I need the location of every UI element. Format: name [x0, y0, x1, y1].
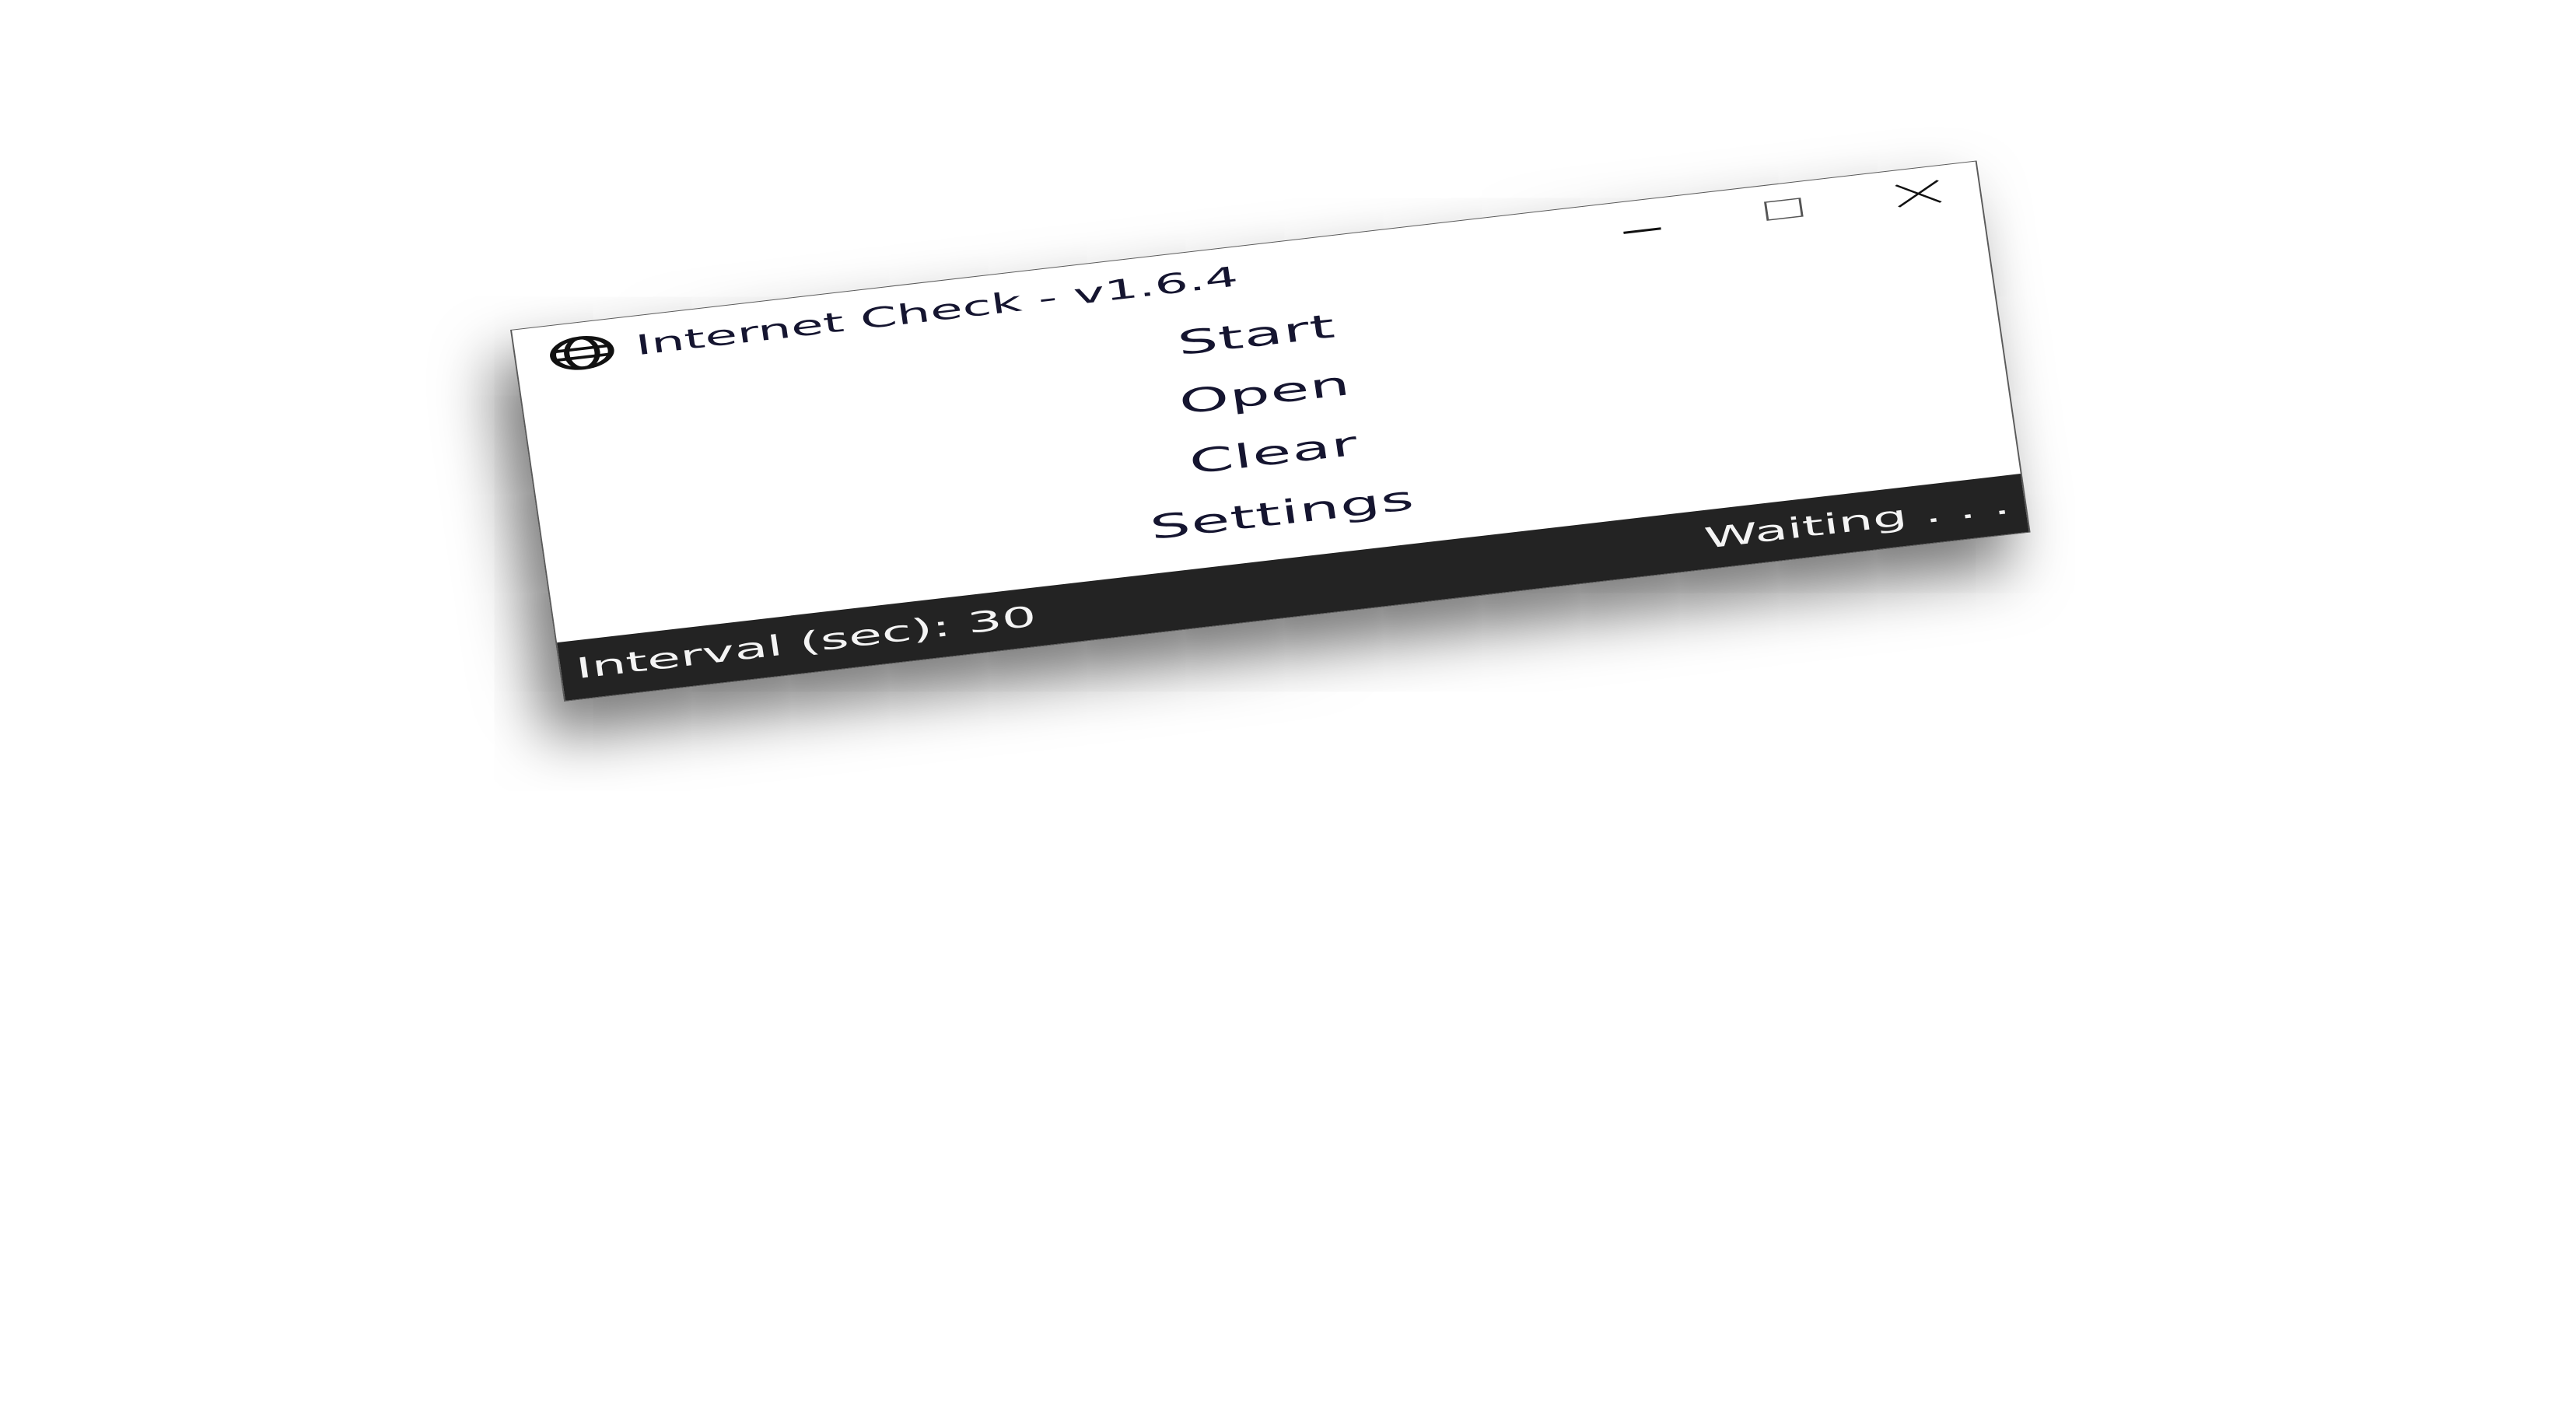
globe-icon [550, 336, 614, 370]
minimize-button[interactable] [1574, 193, 1709, 258]
close-icon [1895, 180, 1942, 208]
maximize-icon [1764, 198, 1804, 221]
minimize-icon [1623, 227, 1661, 234]
maximize-button[interactable] [1717, 177, 1851, 242]
desktop-background: Internet Check - v1.6.4 Start Open Clear… [0, 0, 2576, 1428]
close-button[interactable] [1851, 161, 1986, 226]
app-window: Internet Check - v1.6.4 Start Open Clear… [510, 160, 2031, 702]
